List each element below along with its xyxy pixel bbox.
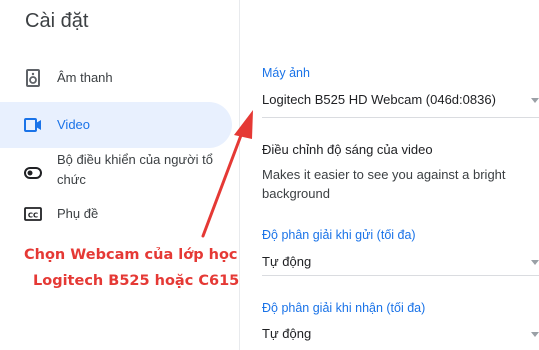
annotation-line-1: Chọn Webcam của lớp học [24, 247, 238, 263]
annotation-line-2: Logitech B525 hoặc C615 [33, 273, 240, 289]
annotation-arrow [201, 110, 253, 238]
